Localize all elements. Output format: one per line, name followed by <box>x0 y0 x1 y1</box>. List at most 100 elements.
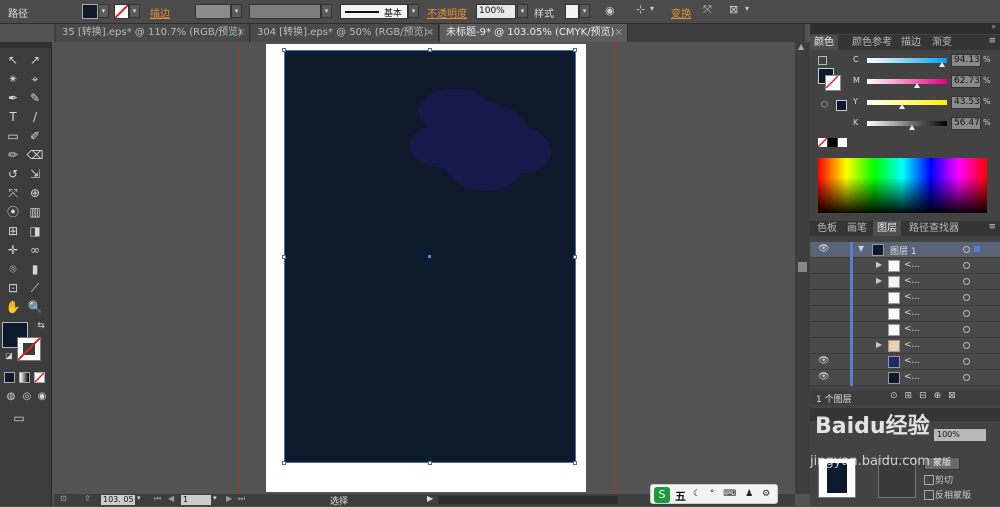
target-icon[interactable] <box>963 262 970 269</box>
stroke-swatch[interactable] <box>114 4 129 19</box>
opacity-label[interactable]: 不透明度 <box>427 5 467 20</box>
style-swatch[interactable] <box>565 4 579 19</box>
slider-knob[interactable] <box>914 83 921 88</box>
zoom-field[interactable]: 103. 05 <box>101 495 135 505</box>
tool-icon[interactable]: T <box>4 109 22 125</box>
close-icon[interactable]: × <box>237 24 245 42</box>
visibility-icon[interactable]: 👁 <box>818 372 829 382</box>
tab-swatches[interactable]: 色板 <box>813 221 841 236</box>
align-icon[interactable]: ⊹ <box>636 3 645 16</box>
sublayer-row[interactable]: ▶ <... <box>810 338 1000 354</box>
tool-icon[interactable]: ✛ <box>4 242 22 258</box>
slider-knob[interactable] <box>899 104 906 109</box>
transform-label[interactable]: 变换 <box>671 5 691 20</box>
sublayer-name[interactable]: <... <box>904 292 920 302</box>
tool-icon[interactable]: ↺ <box>4 166 22 182</box>
tool-icon[interactable]: ⊡ <box>4 280 22 296</box>
tool-icon[interactable]: ✏ <box>4 147 22 163</box>
tool-icon[interactable]: ⦿ <box>4 204 22 220</box>
target-icon[interactable] <box>963 358 970 365</box>
opacity-dropdown[interactable]: ▾ <box>517 4 528 18</box>
sublayer-name[interactable]: <... <box>904 324 920 334</box>
clip-checkbox[interactable] <box>924 475 934 485</box>
tool-icon[interactable]: ▭ <box>4 128 22 144</box>
tool-icon[interactable]: ⌾ <box>4 261 22 277</box>
tool-icon[interactable]: ✎ <box>26 90 44 106</box>
tool-icon[interactable]: ✐ <box>26 128 44 144</box>
selection-handle[interactable] <box>573 461 577 465</box>
tab-color-guide[interactable]: 颜色参考 <box>848 35 896 50</box>
expand-icon[interactable]: ▼ <box>858 244 864 253</box>
sublayer-row[interactable]: ▶ <... <box>810 274 1000 290</box>
invert-mask-checkbox[interactable] <box>924 490 934 500</box>
prev-page-icon[interactable]: ◀ <box>168 494 174 503</box>
collapse-icon[interactable]: » <box>991 22 996 31</box>
slider-knob[interactable] <box>939 62 946 67</box>
stroke-color-swatch[interactable] <box>825 75 841 91</box>
cloud-shape[interactable] <box>285 51 577 464</box>
tab-untitled-9[interactable]: 未标题-9* @ 103.05% (CMYK/预览) × <box>440 24 628 42</box>
target-icon[interactable] <box>963 342 970 349</box>
sublayer-name[interactable]: <... <box>904 372 920 382</box>
tool-icon[interactable]: ⌫ <box>26 147 44 163</box>
selection-handle[interactable] <box>282 461 286 465</box>
channel-value-k[interactable]: 56.47 <box>951 117 981 130</box>
none-mode-icon[interactable] <box>34 372 45 383</box>
target-icon[interactable] <box>963 246 970 253</box>
slider-knob[interactable] <box>908 125 915 130</box>
tool-icon[interactable]: ⟋ <box>26 280 44 296</box>
stroke-color-swatch[interactable] <box>17 337 41 361</box>
brush-style-field[interactable]: 基本 <box>340 4 408 19</box>
stroke-dropdown[interactable]: ▾ <box>129 4 140 18</box>
tab-gradient[interactable]: 渐变 <box>928 35 956 50</box>
arrange-icon[interactable]: ⊠ <box>729 3 738 16</box>
sublayer-name[interactable]: <... <box>904 260 920 270</box>
target-icon[interactable] <box>963 310 970 317</box>
opacity-field[interactable]: 100% <box>476 4 516 19</box>
style-dropdown[interactable]: ▾ <box>579 4 590 18</box>
color-spectrum[interactable] <box>818 158 987 213</box>
next-page-icon[interactable]: ▶ <box>226 494 232 503</box>
gradient-mode-icon[interactable] <box>19 372 30 383</box>
target-icon[interactable] <box>963 326 970 333</box>
tool-icon[interactable]: ✴ <box>4 71 22 87</box>
artboard-nav-icon[interactable]: ⊡ <box>60 494 67 503</box>
tab-doc-304[interactable]: 304 [转换].eps* @ 50% (RGB/预览) × <box>251 24 439 42</box>
default-fill-stroke-icon[interactable] <box>818 56 827 65</box>
gamut-swatch[interactable] <box>836 100 847 111</box>
draw-inside-icon[interactable]: ◉ <box>33 389 51 405</box>
tab-color[interactable]: 颜色 <box>810 35 838 50</box>
page-field[interactable]: 1 <box>181 495 211 505</box>
fill-swatch[interactable] <box>82 4 98 19</box>
layer-action-icons[interactable]: ⊙⊞⊟⊕⊠ <box>890 391 963 401</box>
channel-value-y[interactable]: 43.53 <box>951 96 981 109</box>
scroll-up-icon[interactable]: ▲ <box>798 42 804 51</box>
tool-icon[interactable]: ∞ <box>26 242 44 258</box>
color-mode-icon[interactable] <box>4 372 15 383</box>
layer-row-main[interactable]: 👁 ▼ 图层 1 <box>810 242 1000 258</box>
screen-mode-icon[interactable]: ▭ <box>10 410 28 426</box>
fill-dropdown[interactable]: ▾ <box>98 4 109 18</box>
channel-slider-c[interactable] <box>867 58 947 63</box>
expand-icon[interactable]: ▶ <box>876 276 882 285</box>
last-page-icon[interactable]: ⏭ <box>238 494 245 504</box>
channel-slider-y[interactable] <box>867 100 947 105</box>
visibility-icon[interactable]: 👁 <box>818 244 829 254</box>
zoom-dropdown-icon[interactable]: ▾ <box>137 494 141 502</box>
panel-menu-icon[interactable]: ≡ <box>988 222 996 232</box>
sublayer-name[interactable]: <... <box>904 308 920 318</box>
recolor-icon[interactable]: ◉ <box>605 4 615 17</box>
stroke-weight-dropdown[interactable]: ▾ <box>231 4 242 18</box>
sublayer-row[interactable]: 👁 <... <box>810 354 1000 370</box>
sublayer-name[interactable]: <... <box>904 340 920 350</box>
tab-brushes[interactable]: 画笔 <box>843 221 871 236</box>
layer-name[interactable]: 图层 1 <box>890 244 917 257</box>
status-menu-icon[interactable]: ▶ <box>427 494 433 503</box>
tool-icon[interactable]: ⤧ <box>4 185 22 201</box>
scroll-thumb[interactable] <box>798 262 807 272</box>
white-swatch[interactable] <box>838 138 847 147</box>
target-icon[interactable] <box>963 294 970 301</box>
tool-icon[interactable]: ⊞ <box>4 223 22 239</box>
default-colors-icon[interactable]: ◪ <box>0 348 18 364</box>
ime-tool-icons[interactable]: ☾ ° ⌨ ♟ ⚙ <box>693 489 773 499</box>
